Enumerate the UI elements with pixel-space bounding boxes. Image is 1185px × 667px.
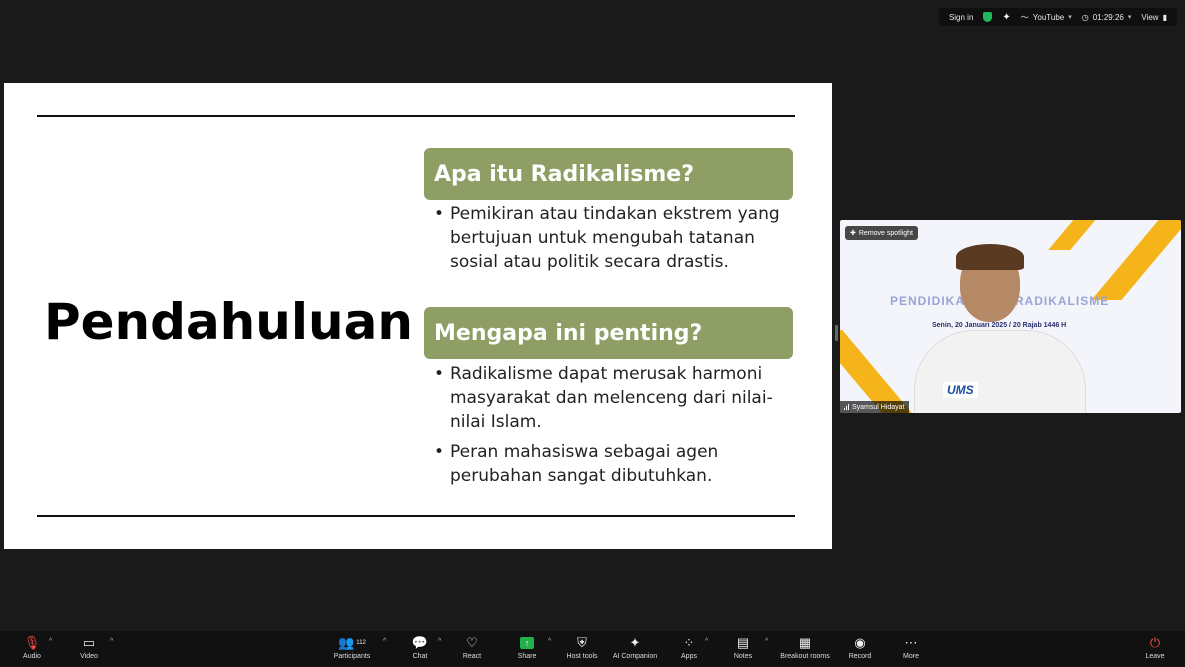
apps-icon: ⁘ bbox=[683, 635, 695, 650]
leave-door-icon: ⏻ bbox=[1149, 635, 1161, 650]
heart-icon: ♡ bbox=[466, 635, 478, 650]
participants-label: Participants bbox=[333, 653, 371, 660]
react-button[interactable]: ♡ React bbox=[444, 635, 500, 660]
ai-companion-button[interactable]: ✦ AI Companion bbox=[607, 635, 663, 660]
meeting-timer[interactable]: ◷ 01:29:26 ▾ bbox=[1082, 13, 1132, 22]
muted-mic-icon: 🎙 bbox=[23, 635, 41, 650]
chevron-down-icon: ▾ bbox=[1127, 14, 1132, 21]
camera-icon: ▭ bbox=[82, 635, 96, 650]
top-divider bbox=[37, 115, 795, 117]
host-tools-label: Host tools bbox=[566, 653, 598, 660]
leave-label: Leave bbox=[1145, 653, 1165, 660]
encryption-shield-icon[interactable] bbox=[983, 12, 993, 22]
bullet-item: Pemikiran atau tindakan ekstrem yang ber… bbox=[434, 202, 794, 274]
ai-sparkle-icon: ✦ bbox=[629, 635, 641, 650]
chat-bubble-icon: 💬 bbox=[411, 635, 429, 650]
audio-label: Audio bbox=[23, 653, 41, 660]
livestream-youtube-menu[interactable]: 〜 YouTube ▾ bbox=[1021, 12, 1072, 23]
share-label: Share bbox=[517, 653, 537, 660]
background-event-date: Senin, 20 Januari 2025 / 20 Rajab 1446 H bbox=[932, 322, 1067, 329]
youtube-label: YouTube bbox=[1032, 12, 1065, 22]
view-menu[interactable]: View ▮ bbox=[1141, 13, 1167, 22]
splitter-handle[interactable] bbox=[835, 325, 838, 341]
breakout-rooms-label: Breakout rooms bbox=[780, 653, 830, 660]
clock-icon: ◷ bbox=[1081, 12, 1089, 22]
share-button[interactable]: ↑ Share bbox=[499, 635, 555, 660]
participants-count: 112 bbox=[356, 640, 366, 646]
breakout-grid-icon: ▦ bbox=[798, 635, 812, 650]
record-label: Record bbox=[848, 653, 872, 660]
broadcast-icon: 〜 bbox=[1020, 12, 1029, 22]
shirt-logo: UMS bbox=[943, 382, 978, 398]
notes-icon: ▤ bbox=[736, 635, 750, 650]
sign-in-link[interactable]: Sign in bbox=[949, 13, 973, 22]
share-chevron-icon[interactable]: ^ bbox=[548, 638, 551, 645]
background-stripe bbox=[1091, 220, 1181, 300]
more-label: More bbox=[903, 653, 919, 660]
bullet-item: Peran mahasiswa sebagai agen perubahan s… bbox=[434, 440, 794, 488]
meeting-toolbar: 🎙 Audio ^ ▭ Video ^ 👥 112 Participants ^ … bbox=[0, 631, 1185, 667]
shared-slide: Pendahuluan Apa itu Radikalisme? Pemikir… bbox=[4, 83, 832, 549]
grid-view-icon: ▮ bbox=[1162, 12, 1167, 22]
chevron-down-icon: ▾ bbox=[1068, 14, 1072, 21]
participants-icon: 👥 112 bbox=[338, 635, 366, 650]
shield-icon: ⛨ bbox=[577, 635, 587, 650]
view-label: View bbox=[1141, 12, 1159, 22]
remove-spotlight-button[interactable]: ✚ Remove spotlight bbox=[845, 226, 918, 240]
importance-bullet-list: Radikalisme dapat merusak harmoni masyar… bbox=[434, 362, 794, 494]
apps-label: Apps bbox=[681, 653, 697, 660]
record-button[interactable]: ◉ Record bbox=[832, 635, 888, 660]
chat-chevron-icon[interactable]: ^ bbox=[438, 638, 441, 645]
leave-button[interactable]: ⏻ Leave bbox=[1127, 635, 1183, 660]
video-options-chevron-icon[interactable]: ^ bbox=[110, 638, 113, 645]
ai-sparkle-icon[interactable]: ✦ bbox=[1002, 12, 1010, 23]
participant-hat bbox=[956, 244, 1024, 270]
background-stripe bbox=[1048, 220, 1104, 250]
bullet-item: Radikalisme dapat merusak harmoni masyar… bbox=[434, 362, 794, 434]
section-heading-definition: Apa itu Radikalisme? bbox=[424, 148, 793, 200]
breakout-rooms-button[interactable]: ▦ Breakout rooms bbox=[777, 635, 833, 660]
chat-label: Chat bbox=[412, 653, 428, 660]
participants-button[interactable]: 👥 112 Participants bbox=[324, 635, 380, 660]
meeting-top-bar: Sign in ✦ 〜 YouTube ▾ ◷ 01:29:26 ▾ View … bbox=[938, 8, 1177, 26]
apps-button[interactable]: ⁘ Apps bbox=[661, 635, 717, 660]
slide-title: Pendahuluan bbox=[44, 293, 413, 351]
participant-name-label: Syamsul Hidayat bbox=[840, 401, 909, 413]
apps-chevron-icon[interactable]: ^ bbox=[705, 638, 708, 645]
share-screen-icon: ↑ bbox=[520, 637, 534, 649]
remove-spotlight-label: Remove spotlight bbox=[858, 229, 913, 237]
participants-chevron-icon[interactable]: ^ bbox=[383, 638, 386, 645]
more-button[interactable]: ⋯ More bbox=[883, 635, 939, 660]
signal-strength-icon bbox=[844, 404, 849, 410]
section-heading-importance: Mengapa ini penting? bbox=[424, 307, 793, 359]
audio-options-chevron-icon[interactable]: ^ bbox=[49, 638, 52, 645]
host-tools-button[interactable]: ⛨ Host tools bbox=[554, 635, 610, 660]
bottom-divider bbox=[37, 515, 795, 517]
video-button[interactable]: ▭ Video bbox=[61, 635, 117, 660]
notes-button[interactable]: ▤ Notes bbox=[715, 635, 771, 660]
participant-name: Syamsul Hidayat bbox=[852, 403, 905, 411]
react-label: React bbox=[462, 653, 482, 660]
notes-chevron-icon[interactable]: ^ bbox=[765, 638, 768, 645]
record-icon: ◉ bbox=[854, 635, 866, 650]
ai-companion-label: AI Companion bbox=[612, 653, 658, 660]
pin-icon: ✚ bbox=[850, 230, 856, 237]
notes-label: Notes bbox=[733, 653, 753, 660]
more-dots-icon: ⋯ bbox=[904, 635, 918, 650]
participant-body bbox=[914, 330, 1086, 413]
participant-video-tile[interactable]: PENDIDIKAN ANTI RADIKALISME Senin, 20 Ja… bbox=[840, 220, 1181, 413]
timer-text: 01:29:26 bbox=[1092, 12, 1124, 22]
definition-bullet-list: Pemikiran atau tindakan ekstrem yang ber… bbox=[434, 202, 794, 280]
video-label: Video bbox=[80, 653, 98, 660]
